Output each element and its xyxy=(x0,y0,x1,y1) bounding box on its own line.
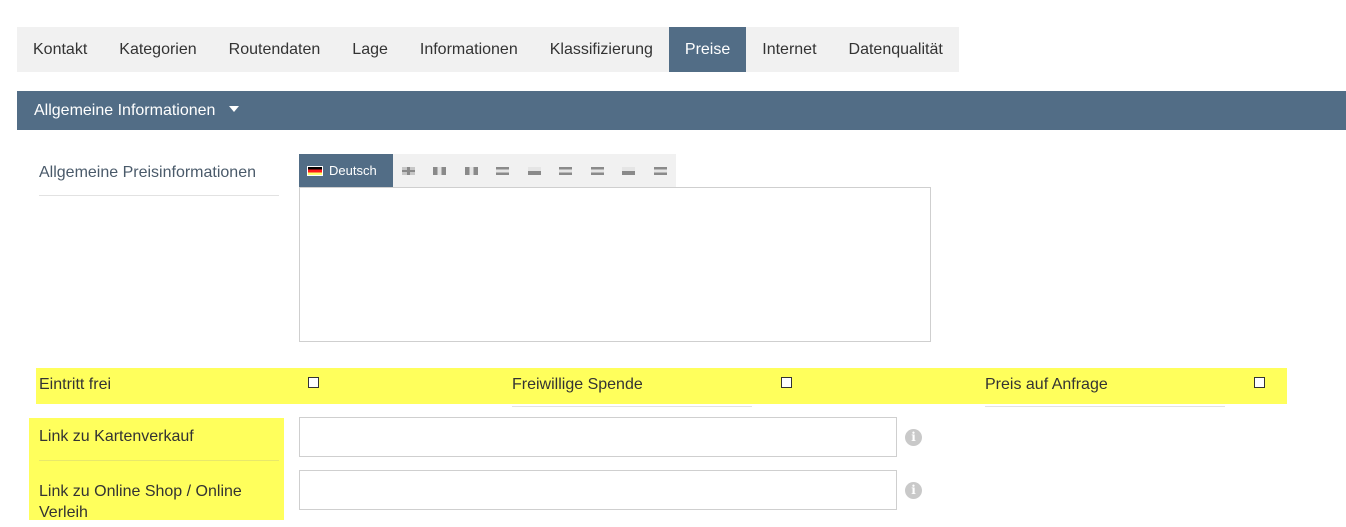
language-tab-italian[interactable] xyxy=(456,154,488,187)
flag-cz-icon xyxy=(527,166,541,175)
flag-fr-icon xyxy=(433,166,447,175)
freiwillige-spende-checkbox[interactable] xyxy=(781,377,792,388)
tab-routendaten[interactable]: Routendaten xyxy=(213,27,337,72)
language-tab-hungarian[interactable] xyxy=(582,154,614,187)
language-tab-czech[interactable] xyxy=(519,154,551,187)
section-header-allgemeine-informationen[interactable]: Allgemeine Informationen xyxy=(17,91,1346,130)
kartenverkauf-label: Link zu Kartenverkauf xyxy=(39,428,194,445)
language-tab-dutch[interactable] xyxy=(487,154,519,187)
eintritt-frei-label: Eintritt frei xyxy=(39,376,112,393)
tab-informationen[interactable]: Informationen xyxy=(404,27,534,72)
flag-pl-icon xyxy=(622,166,636,175)
flag-nl-icon xyxy=(496,166,510,175)
online-shop-input[interactable] xyxy=(299,470,897,510)
tab-kategorien[interactable]: Kategorien xyxy=(103,27,212,72)
preis-auf-anfrage-checkbox[interactable] xyxy=(1254,377,1265,388)
flag-it-icon xyxy=(464,166,478,175)
language-tab-english[interactable] xyxy=(393,154,425,187)
freiwillige-spende-label: Freiwillige Spende xyxy=(512,376,643,393)
language-tab-deutsch[interactable]: Deutsch xyxy=(299,154,393,187)
info-icon[interactable]: i xyxy=(905,482,922,499)
flag-de-icon xyxy=(307,165,323,176)
language-tab-polish[interactable] xyxy=(613,154,645,187)
language-tab-french[interactable] xyxy=(424,154,456,187)
divider xyxy=(39,460,279,461)
language-tab-slovenian[interactable] xyxy=(550,154,582,187)
tab-lage[interactable]: Lage xyxy=(336,27,404,72)
flag-hu-icon xyxy=(590,166,604,175)
language-tab-russian[interactable] xyxy=(645,154,677,187)
divider xyxy=(39,195,279,196)
tab-preise[interactable]: Preise xyxy=(668,27,747,72)
flag-si-icon xyxy=(559,166,573,175)
tab-klassifizierung[interactable]: Klassifizierung xyxy=(534,27,669,72)
price-info-label: Allgemeine Preisinformationen xyxy=(39,164,256,181)
divider xyxy=(512,406,752,407)
tab-internet[interactable]: Internet xyxy=(746,27,832,72)
tab-kontakt[interactable]: Kontakt xyxy=(17,27,103,72)
tab-datenqualitaet[interactable]: Datenqualität xyxy=(833,27,959,72)
section-title: Allgemeine Informationen xyxy=(34,102,216,119)
flag-uk-icon xyxy=(401,166,415,175)
kartenverkauf-input[interactable] xyxy=(299,417,897,457)
caret-down-icon xyxy=(229,105,240,112)
eintritt-frei-checkbox[interactable] xyxy=(308,377,319,388)
language-tab-label: Deutsch xyxy=(329,163,377,178)
tab-bar: Kontakt Kategorien Routendaten Lage Info… xyxy=(17,27,959,72)
price-info-textarea[interactable] xyxy=(299,187,931,342)
divider xyxy=(985,406,1225,407)
preis-auf-anfrage-label: Preis auf Anfrage xyxy=(985,376,1108,393)
info-icon[interactable]: i xyxy=(905,429,922,446)
flag-ru-icon xyxy=(653,166,667,175)
language-tabs: Deutsch xyxy=(299,154,677,187)
online-shop-label: Link zu Online Shop / Online Verleih xyxy=(39,483,242,521)
